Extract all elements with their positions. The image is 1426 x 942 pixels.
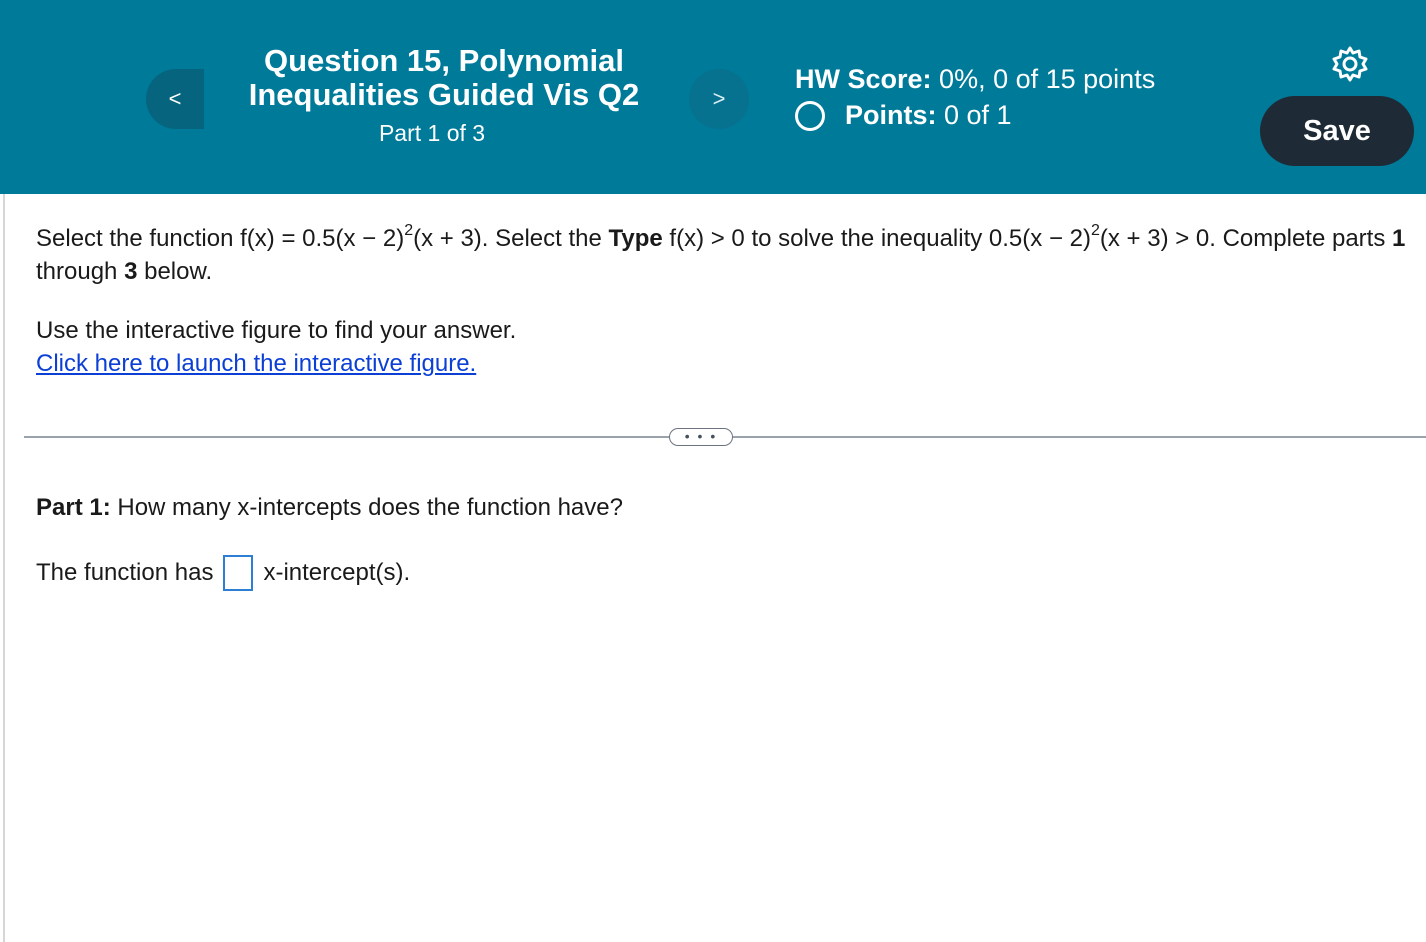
chevron-left-icon: <	[168, 86, 182, 111]
left-border	[3, 194, 5, 942]
problem-statement: Select the function f(x) = 0.5(x − 2)2(x…	[36, 222, 1421, 288]
problem-text-1: Select the function f(x) = 0.5(x − 2)	[36, 225, 405, 252]
problem-text-4: (x + 3) > 0. Complete parts	[1099, 225, 1392, 252]
instructions: Use the interactive figure to find your …	[36, 314, 516, 380]
question-title: Question 15, Polynomial Inequalities Gui…	[248, 43, 640, 112]
problem-text-3: f(x) > 0 to solve the inequality 0.5(x −…	[662, 225, 1091, 252]
expand-more-button[interactable]: • • •	[669, 428, 733, 446]
part-number-1: 1	[1392, 225, 1406, 252]
instruction-text: Use the interactive figure to find your …	[36, 317, 517, 344]
chevron-right-icon: >	[712, 86, 726, 111]
points-label: Points:	[845, 100, 937, 130]
part-1-label: Part 1:	[36, 494, 111, 521]
answer-suffix: x-intercept(s).	[263, 559, 411, 586]
gear-icon[interactable]	[1330, 44, 1370, 84]
problem-text-6: below.	[137, 258, 213, 285]
points-value: 0 of 1	[944, 100, 1012, 130]
part-1-text: How many x-intercepts does the function …	[110, 494, 623, 521]
x-intercepts-answer-input[interactable]	[223, 555, 254, 591]
previous-question-button[interactable]: <	[146, 69, 204, 129]
answer-prefix: The function has	[36, 559, 214, 586]
points-status: Points: 0 of 1	[795, 100, 1012, 131]
problem-text-2: (x + 3). Select the	[413, 225, 609, 252]
part-number-3: 3	[124, 258, 138, 285]
save-button[interactable]: Save	[1260, 96, 1414, 166]
hw-score-value: 0%, 0 of 15 points	[939, 64, 1156, 94]
problem-text-5: through	[36, 258, 125, 285]
part-1-question: Part 1: How many x-intercepts does the f…	[36, 494, 623, 522]
question-header: < Question 15, Polynomial Inequalities G…	[0, 0, 1426, 194]
hw-score-label: HW Score:	[795, 64, 932, 94]
exponent-1: 2	[404, 222, 414, 239]
hw-score: HW Score: 0%, 0 of 15 points	[795, 64, 1155, 95]
type-keyword: Type	[608, 225, 663, 252]
interactive-figure-link[interactable]: Click here to launch the interactive fig…	[36, 350, 476, 377]
next-question-button[interactable]: >	[689, 69, 749, 129]
answer-row: The function has x-intercept(s).	[36, 555, 410, 591]
status-circle-icon	[795, 100, 825, 131]
part-indicator: Part 1 of 3	[378, 120, 486, 146]
exponent-2: 2	[1090, 222, 1100, 239]
